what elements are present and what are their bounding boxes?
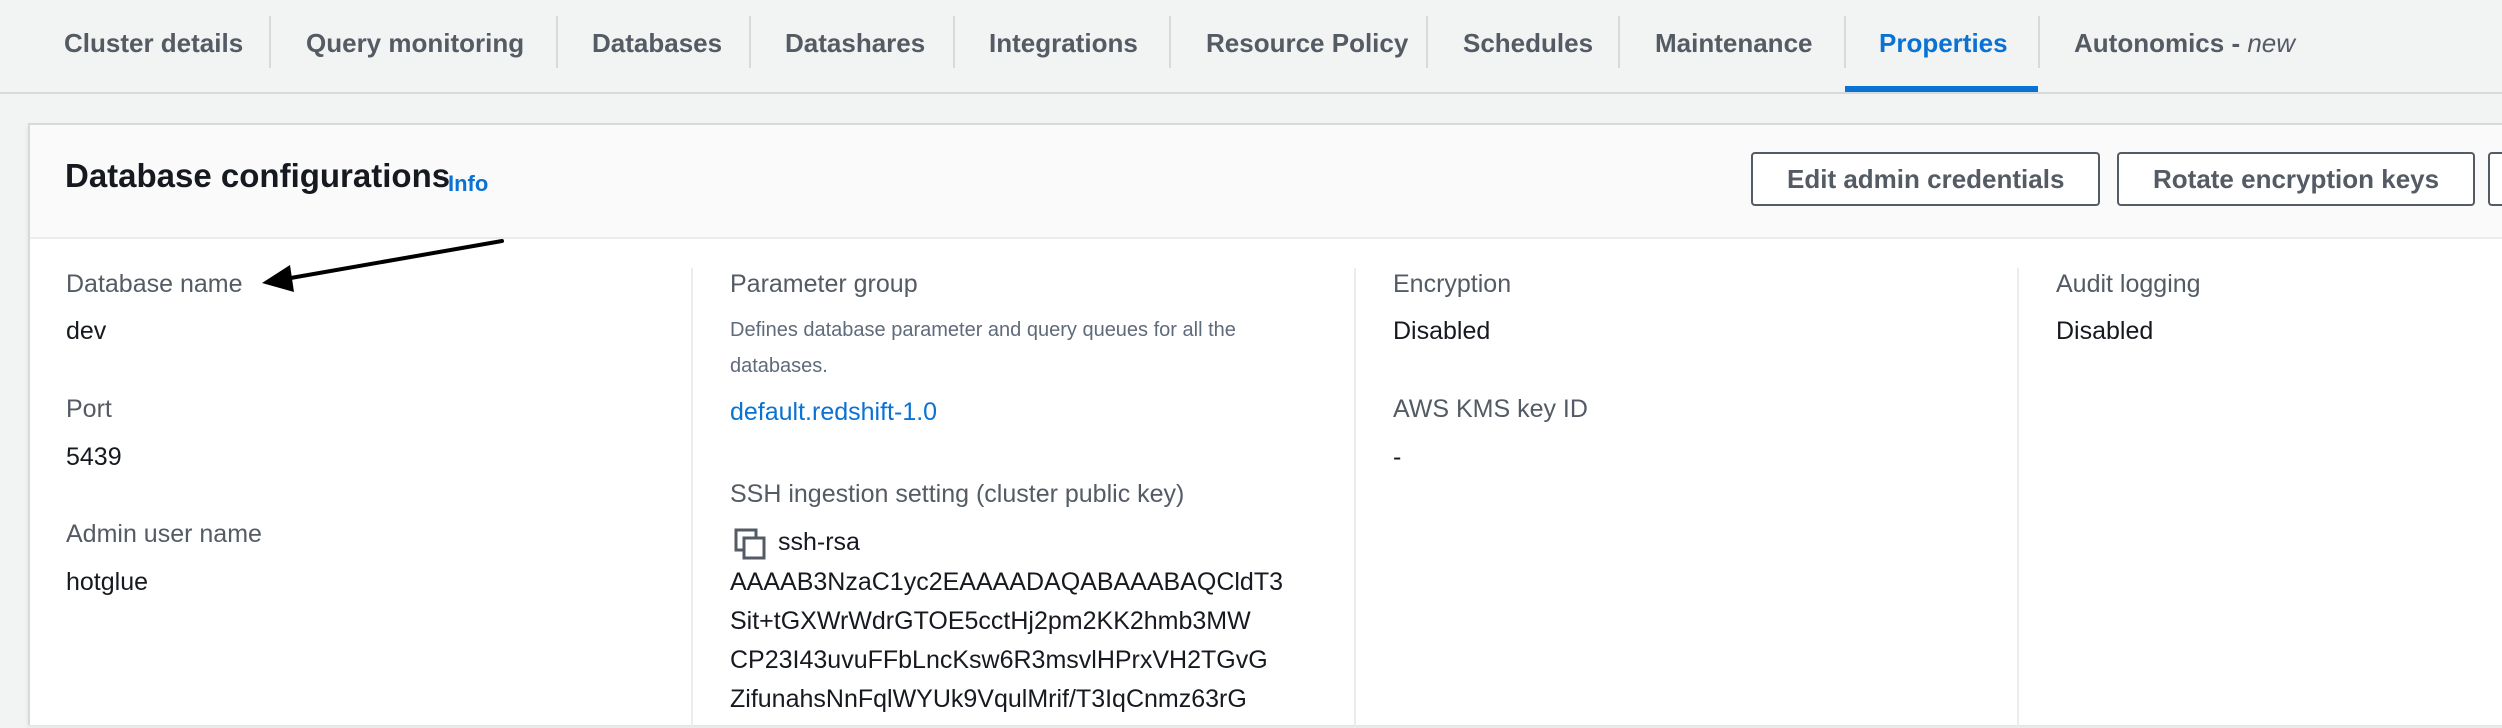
tab-cluster-details[interactable]: Cluster details <box>64 0 243 92</box>
tab-divider <box>953 16 955 68</box>
kms-key-id-label: AWS KMS key ID <box>1393 395 1588 423</box>
parameter-group-label: Parameter group <box>730 270 918 298</box>
tab-integrations[interactable]: Integrations <box>989 0 1138 92</box>
ssh-key-line: ssh-rsa <box>778 528 860 556</box>
admin-user-name-label: Admin user name <box>66 520 262 548</box>
tab-maintenance[interactable]: Maintenance <box>1655 0 1813 92</box>
ssh-ingestion-label: SSH ingestion setting (cluster public ke… <box>730 480 1185 508</box>
port-value: 5439 <box>66 443 122 471</box>
edit-admin-credentials-button[interactable]: Edit admin credentials <box>1751 152 2101 206</box>
database-name-label: Database name <box>66 270 243 298</box>
tab-divider <box>556 16 558 68</box>
tab-schedules[interactable]: Schedules <box>1463 0 1593 92</box>
tab-autonomics-label: Autonomics - <box>2074 28 2248 58</box>
column-divider <box>2017 268 2019 728</box>
kms-key-id-value: - <box>1393 443 1402 471</box>
tab-databases[interactable]: Databases <box>592 0 722 92</box>
encryption-label: Encryption <box>1393 270 1512 298</box>
tab-divider <box>269 16 271 68</box>
more-actions-button[interactable] <box>2488 152 2502 206</box>
ssh-key-line: AAAAB3NzaC1yc2EAAAADAQABAAABAQCldT3 <box>730 568 1284 596</box>
tab-divider <box>2038 16 2040 68</box>
audit-logging-label: Audit logging <box>2056 270 2201 298</box>
ssh-key-line: Sit+tGXWrWdrGTOE5cctHj2pm2KK2hmb3MW <box>730 607 1251 635</box>
new-badge: new <box>2247 28 2296 58</box>
panel-title: Database configurations <box>65 157 451 194</box>
tab-datashares[interactable]: Datashares <box>785 0 925 92</box>
tab-divider <box>1844 16 1846 68</box>
rotate-encryption-keys-button[interactable]: Rotate encryption keys <box>2117 152 2476 206</box>
active-tab-indicator <box>1845 86 2038 92</box>
database-configurations-panel: Database configurations Info Edit admin … <box>28 123 2502 728</box>
encryption-value: Disabled <box>1393 317 1491 345</box>
tab-divider <box>749 16 751 68</box>
database-name-value: dev <box>66 317 107 345</box>
tab-query-monitoring[interactable]: Query monitoring <box>306 0 524 92</box>
tab-divider <box>1169 16 1171 68</box>
tab-divider <box>1618 16 1620 68</box>
column-divider <box>1354 268 1356 728</box>
ssh-key-line: ZifunahsNnFqlWYUk9VqulMrif/T3IqCnmz63rG <box>730 685 1247 713</box>
copy-icon[interactable] <box>733 527 769 563</box>
parameter-group-link[interactable]: default.redshift-1.0 <box>730 398 937 427</box>
tab-divider <box>1426 16 1428 68</box>
column-divider <box>691 268 693 728</box>
parameter-group-description: Defines database parameter and query que… <box>730 319 1236 377</box>
info-link[interactable]: Info <box>448 171 488 197</box>
audit-logging-value: Disabled <box>2056 317 2154 345</box>
ssh-key-line: CP23I43uvuFFbLncKsw6R3msvlHPrxVH2TGvG <box>730 646 1268 674</box>
tab-resource-policy[interactable]: Resource Policy <box>1206 0 1408 92</box>
tab-autonomics[interactable]: Autonomics - new <box>2074 0 2295 92</box>
port-label: Port <box>66 395 112 423</box>
panel-header: Database configurations Info Edit admin … <box>30 125 2502 239</box>
tab-properties[interactable]: Properties <box>1879 0 2008 92</box>
admin-user-name-value: hotglue <box>66 568 149 596</box>
tab-bar: Cluster details Query monitoring Databas… <box>0 0 2502 94</box>
